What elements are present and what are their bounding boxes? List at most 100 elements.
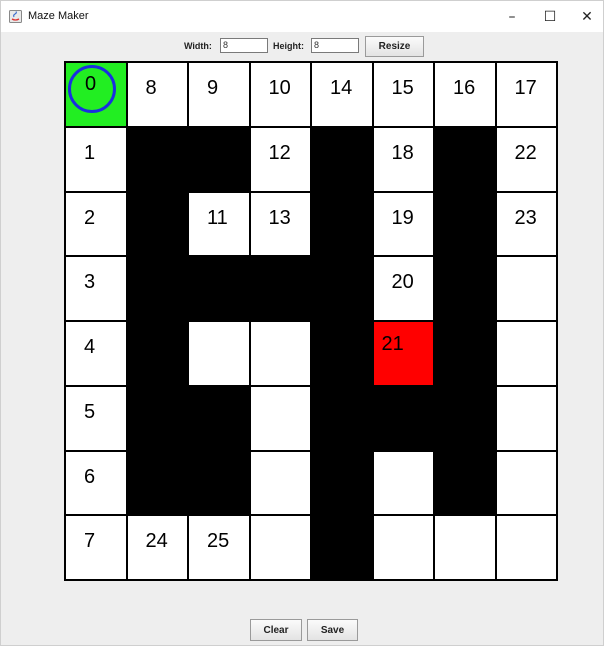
- maze-cell-path[interactable]: [495, 256, 557, 321]
- cell-number: 7: [84, 530, 96, 553]
- cell-number: 22: [514, 141, 537, 164]
- maze-cell-wall[interactable]: [434, 321, 496, 386]
- cell-number: 25: [207, 530, 230, 553]
- maze-cell-wall[interactable]: [434, 385, 496, 451]
- maze-cell-wall[interactable]: [249, 256, 311, 321]
- maze-cell-wall[interactable]: [434, 450, 496, 516]
- maze-cell-path[interactable]: 2: [65, 191, 127, 257]
- maze-cell-path[interactable]: [372, 515, 434, 580]
- maze-cell-wall[interactable]: [311, 126, 373, 192]
- maze-cell-wall[interactable]: [311, 450, 373, 516]
- maze-cell-path[interactable]: [434, 515, 496, 580]
- maze-cell-wall[interactable]: [311, 385, 373, 451]
- maze-cell-path[interactable]: [372, 450, 434, 516]
- maze-cell-path[interactable]: 25: [188, 515, 250, 580]
- maze-cell-wall[interactable]: [434, 126, 496, 192]
- maze-cell-path[interactable]: 14: [311, 62, 373, 127]
- cell-number: 9: [207, 77, 219, 99]
- cell-number: 8: [145, 77, 157, 99]
- maze-cell-path[interactable]: 20: [372, 256, 434, 321]
- maze-cell-path[interactable]: 23: [495, 191, 557, 257]
- maze-cell-path[interactable]: 12: [249, 126, 311, 192]
- save-button[interactable]: Save: [307, 619, 358, 641]
- cell-number: 0: [85, 73, 97, 95]
- maze-cell-path[interactable]: 3: [65, 256, 127, 321]
- cell-number: 14: [330, 77, 353, 99]
- maze-cell-wall[interactable]: [126, 256, 188, 321]
- maze-cell-path[interactable]: 9: [188, 62, 250, 127]
- maze-maker-window: Maze Maker – ☐ ✕ Width: 8 Height: 8 Resi…: [0, 0, 604, 646]
- maze-cell-path[interactable]: 11: [188, 191, 250, 257]
- resize-button[interactable]: Resize: [365, 36, 424, 57]
- cell-number: 4: [84, 336, 96, 358]
- maze-cell-path[interactable]: [249, 321, 311, 386]
- cell-number: 17: [514, 77, 537, 99]
- maze-cell-wall[interactable]: [434, 256, 496, 321]
- height-input[interactable]: 8: [311, 38, 359, 53]
- maze-cell-wall[interactable]: [311, 256, 373, 321]
- cell-number: 13: [268, 206, 291, 229]
- close-button[interactable]: ✕: [568, 1, 604, 32]
- maze-cell-wall[interactable]: [188, 450, 250, 516]
- maze-cell-path[interactable]: 13: [249, 191, 311, 257]
- cell-number: 15: [391, 77, 414, 99]
- cell-number: 12: [268, 141, 291, 164]
- maze-cell-path[interactable]: 17: [495, 62, 557, 127]
- maze-cell-wall[interactable]: [188, 256, 250, 321]
- maze-cell-path[interactable]: 1: [65, 126, 127, 192]
- maze-cell-start[interactable]: 0: [65, 62, 127, 127]
- maze-cell-path[interactable]: 22: [495, 126, 557, 192]
- maze-cell-path[interactable]: [495, 515, 557, 580]
- maze-cell-path[interactable]: 19: [372, 191, 434, 257]
- maze-cell-path[interactable]: [249, 385, 311, 451]
- maze-cell-wall[interactable]: [126, 321, 188, 386]
- maze-cell-wall[interactable]: [434, 191, 496, 257]
- window-title: Maze Maker: [28, 10, 89, 22]
- cell-number: 16: [453, 77, 476, 99]
- maze-cell-path[interactable]: 6: [65, 450, 127, 516]
- maze-cell-path[interactable]: [249, 450, 311, 516]
- maze-cell-wall[interactable]: [126, 191, 188, 257]
- maze-cell-path[interactable]: [249, 515, 311, 580]
- height-label: Height:: [273, 41, 304, 51]
- cell-number: 11: [207, 206, 228, 229]
- maze-cell-wall[interactable]: [311, 191, 373, 257]
- cell-number: 19: [391, 206, 414, 229]
- width-label: Width:: [184, 41, 212, 51]
- maze-cell-wall[interactable]: [311, 515, 373, 580]
- cell-number: 20: [391, 271, 414, 294]
- cell-number: 6: [84, 465, 96, 488]
- cell-number: 3: [84, 271, 96, 294]
- maze-cell-path[interactable]: 8: [126, 62, 188, 127]
- maze-cell-end[interactable]: 21: [372, 321, 434, 386]
- maze-cell-wall[interactable]: [126, 450, 188, 516]
- clear-button[interactable]: Clear: [250, 619, 302, 641]
- cell-number: 10: [268, 77, 291, 99]
- maze-cell-path[interactable]: 16: [434, 62, 496, 127]
- cell-number: 18: [391, 141, 414, 164]
- maze-cell-path[interactable]: [495, 385, 557, 451]
- maze-cell-path[interactable]: 5: [65, 385, 127, 451]
- minimize-button[interactable]: –: [493, 1, 531, 32]
- maximize-button[interactable]: ☐: [531, 1, 569, 32]
- maze-cell-wall[interactable]: [188, 385, 250, 451]
- maze-cell-path[interactable]: 18: [372, 126, 434, 192]
- maze-cell-path[interactable]: 4: [65, 321, 127, 386]
- width-input[interactable]: 8: [220, 38, 268, 53]
- maze-cell-path[interactable]: 15: [372, 62, 434, 127]
- maze-cell-path[interactable]: 24: [126, 515, 188, 580]
- maze-cell-wall[interactable]: [126, 385, 188, 451]
- cell-number: 21: [381, 333, 404, 355]
- maze-cell-wall[interactable]: [126, 126, 188, 192]
- maze-cell-path[interactable]: 10: [249, 62, 311, 127]
- maze-cell-path[interactable]: 7: [65, 515, 127, 580]
- maze-cell-wall[interactable]: [188, 126, 250, 192]
- maze-cell-path[interactable]: [188, 321, 250, 386]
- maze-cell-wall[interactable]: [311, 321, 373, 386]
- cell-number: 23: [514, 206, 537, 229]
- title-bar[interactable]: Maze Maker – ☐ ✕: [1, 1, 603, 32]
- cell-number: 2: [84, 206, 96, 229]
- maze-cell-wall[interactable]: [372, 385, 434, 451]
- maze-cell-path[interactable]: [495, 321, 557, 386]
- maze-cell-path[interactable]: [495, 450, 557, 516]
